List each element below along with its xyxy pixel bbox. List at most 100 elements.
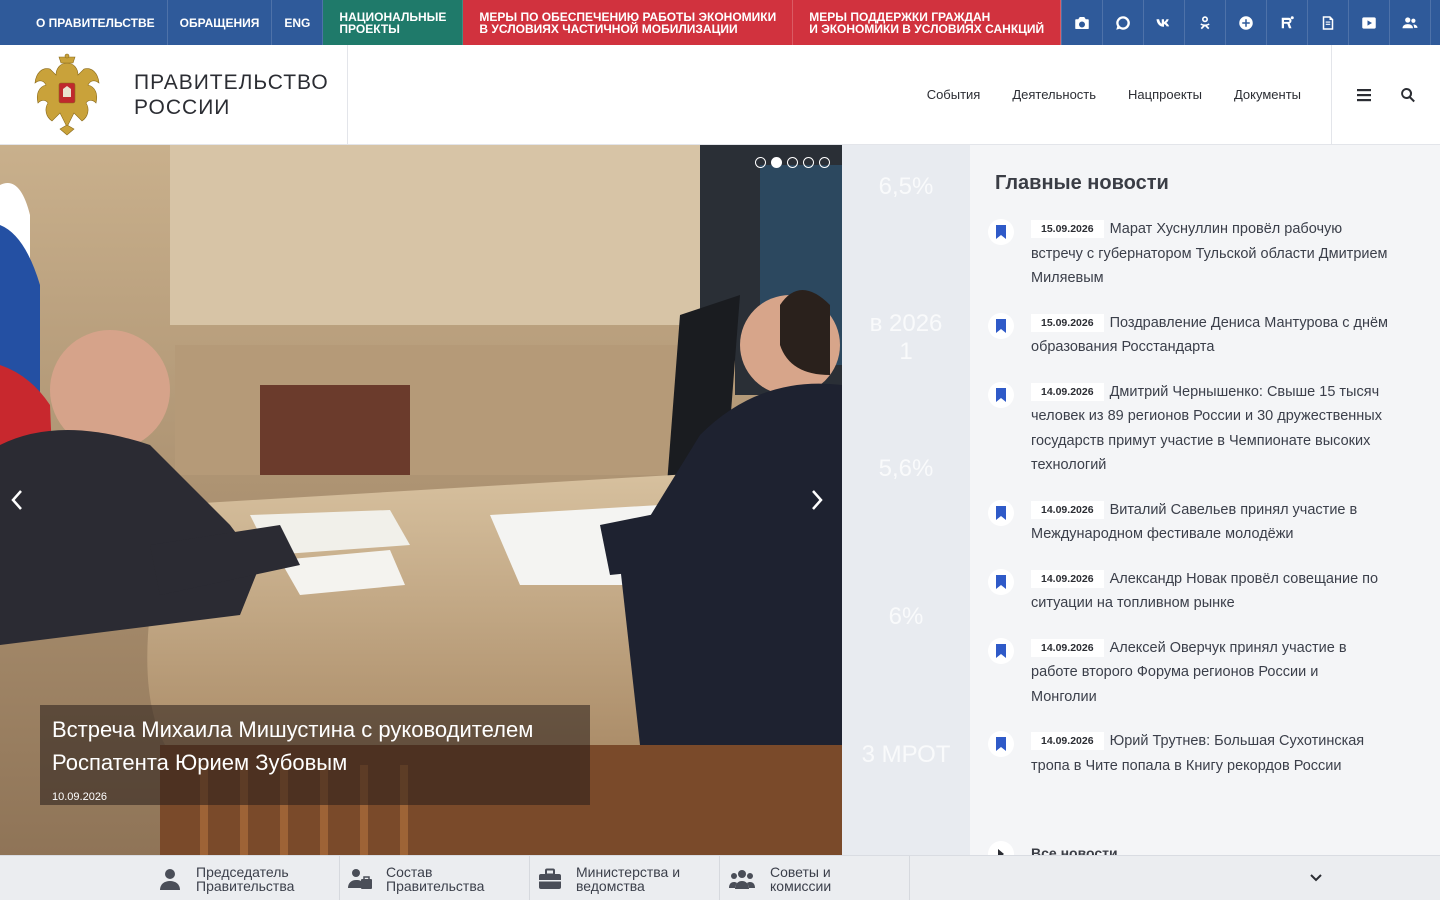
site-logo-link[interactable]: Правительство России [0, 44, 348, 145]
camera-icon[interactable] [1061, 0, 1102, 45]
bottom-link-composition[interactable]: Состав Правительства [340, 856, 530, 900]
bookmark-icon[interactable] [988, 499, 1014, 526]
news-date: 14.09.2026 [1031, 638, 1104, 657]
bottom-link-label: Состав Правительства [386, 865, 484, 893]
news-item: 14.09.2026 Виталий Савельев принял участи… [988, 498, 1388, 547]
bottom-bar-spacer [0, 856, 150, 900]
stat-value: в 2026 [869, 310, 943, 337]
bookmark-icon[interactable] [988, 568, 1014, 595]
slider-prev-button[interactable] [2, 485, 32, 515]
site-header: Правительство России События Деятельност… [0, 44, 1440, 145]
stat-block: 6,5% [842, 173, 970, 201]
stat-value: 6,5% [878, 173, 934, 200]
news-item: 14.09.2026 Александр Новак провёл совещан… [988, 567, 1388, 616]
all-news-label: Все новости [1031, 845, 1118, 855]
nav-documents[interactable]: Документы [1234, 87, 1301, 102]
top-link-about[interactable]: О правительстве [0, 0, 168, 45]
main-navigation: События Деятельность Нацпроекты Документ… [895, 87, 1301, 102]
news-heading: Главные новости [995, 172, 1169, 194]
bottom-quick-bar: Председатель Правительства Состав Правител… [0, 855, 1440, 900]
stat-value: 3 МРОТ [861, 741, 951, 768]
sanctions-line1: Меры поддержки граждан [809, 9, 991, 24]
news-date: 14.09.2026 [1031, 500, 1104, 519]
youtube-icon[interactable] [1348, 0, 1389, 45]
news-body: 15.09.2026 Марат Хуснуллин провёл рабочую… [1031, 217, 1388, 291]
expand-bottom-bar-button[interactable] [1310, 856, 1322, 900]
mobilization-line2: в условиях частичной мобилизации [479, 21, 738, 36]
sanctions-line2: и экономики в условиях санкций [809, 21, 1045, 36]
rutube-icon[interactable] [1266, 0, 1307, 45]
top-link-mobilization-measures[interactable]: Меры по обеспечению работы экономики в у… [463, 0, 794, 45]
bookmark-icon[interactable] [988, 637, 1014, 664]
news-body: 14.09.2026 Юрий Трутнев: Большая Сухотинс… [1031, 729, 1388, 778]
chevron-right-icon [988, 841, 1014, 855]
label-line2: Правительства [386, 877, 485, 894]
top-link-eng[interactable]: ENG [272, 0, 324, 45]
rss-icon[interactable] [1430, 0, 1440, 45]
news-body: 15.09.2026 Поздравление Дениса Мантурова … [1031, 311, 1388, 360]
news-date: 15.09.2026 [1031, 220, 1104, 238]
national-projects-line2: проекты [339, 21, 400, 36]
bottom-link-label: Министерства и ведомства [576, 865, 680, 893]
chat-icon[interactable] [1102, 0, 1143, 45]
bottom-link-label: Председатель Правительства [196, 865, 294, 893]
main-news-panel: Главные новости 15.09.2026 Марат Хуснулли… [970, 145, 1440, 855]
odnoklassniki-icon[interactable] [1184, 0, 1225, 45]
slide-title-link[interactable]: Встреча Михаила Мишустина с руководителе… [52, 713, 578, 779]
news-date: 15.09.2026 [1031, 313, 1104, 332]
nav-activity[interactable]: Деятельность [1012, 87, 1096, 102]
label-line2: ведомства [576, 877, 645, 894]
bottom-link-ministries[interactable]: Министерства и ведомства [530, 856, 720, 900]
users-icon[interactable] [1389, 0, 1430, 45]
briefcase-icon [539, 868, 561, 889]
site-title: Правительство России [134, 70, 329, 120]
slider-dot[interactable] [819, 157, 830, 168]
bottom-link-councils[interactable]: Советы и комиссии [720, 856, 910, 900]
search-icon[interactable] [1400, 87, 1416, 103]
news-item: 14.09.2026 Дмитрий Чернышенко: Свыше 15 т… [988, 380, 1388, 478]
people-icon [729, 869, 755, 889]
news-date: 14.09.2026 [1031, 732, 1104, 750]
stat-block: в 2026 1 [842, 310, 970, 366]
bookmark-icon[interactable] [988, 381, 1014, 408]
top-link-appeals[interactable]: Обращения [168, 0, 273, 45]
dzen-icon[interactable] [1307, 0, 1348, 45]
slider-dot[interactable] [803, 157, 814, 168]
bottom-link-label: Советы и комиссии [770, 865, 891, 893]
bookmark-icon[interactable] [988, 219, 1014, 245]
slide-date: 10.09.2026 [52, 791, 108, 803]
slider-dot[interactable] [787, 157, 798, 168]
label-line1: Советы и комиссии [770, 863, 832, 894]
slider-dot[interactable] [755, 157, 766, 168]
bookmark-icon[interactable] [988, 312, 1014, 339]
header-tools [1331, 44, 1440, 145]
all-news-link[interactable]: Все новости [988, 839, 1118, 855]
news-item: 14.09.2026 Алексей Оверчук принял участие… [988, 636, 1388, 710]
label-line1: Министерства и [576, 863, 681, 880]
group-icon [348, 868, 372, 889]
menu-icon[interactable] [1356, 87, 1372, 103]
national-projects-line1: Национальные [339, 9, 447, 24]
stat-block: 3 МРОТ [842, 741, 970, 769]
label-line1: Состав [386, 863, 433, 880]
mobilization-line1: Меры по обеспечению работы экономики [479, 9, 777, 24]
chevron-right-icon [812, 490, 823, 510]
top-link-sanctions-measures[interactable]: Меры поддержки граждан и экономики в усл… [793, 0, 1062, 45]
news-body: 14.09.2026 Александр Новак провёл совещан… [1031, 567, 1388, 616]
slider-next-button[interactable] [802, 485, 832, 515]
bottom-link-chairman[interactable]: Председатель Правительства [150, 856, 340, 900]
news-item: 15.09.2026 Марат Хуснуллин провёл рабочую… [988, 217, 1388, 291]
stat-block: 6% [842, 603, 970, 631]
slider-dots [755, 157, 830, 168]
news-item: 15.09.2026 Поздравление Дениса Мантурова … [988, 311, 1388, 360]
top-link-national-projects[interactable]: Национальные проекты [323, 0, 464, 45]
site-title-line1: Правительство [134, 70, 329, 94]
bookmark-icon[interactable] [988, 731, 1014, 757]
nav-national-projects[interactable]: Нацпроекты [1128, 87, 1202, 102]
stat-value-secondary: 1 [899, 338, 913, 365]
vk-icon[interactable] [1143, 0, 1184, 45]
slider-dot-active[interactable] [771, 157, 782, 168]
nav-events[interactable]: События [927, 87, 981, 102]
plus-icon[interactable] [1225, 0, 1266, 45]
label-line2: Правительства [196, 877, 295, 894]
